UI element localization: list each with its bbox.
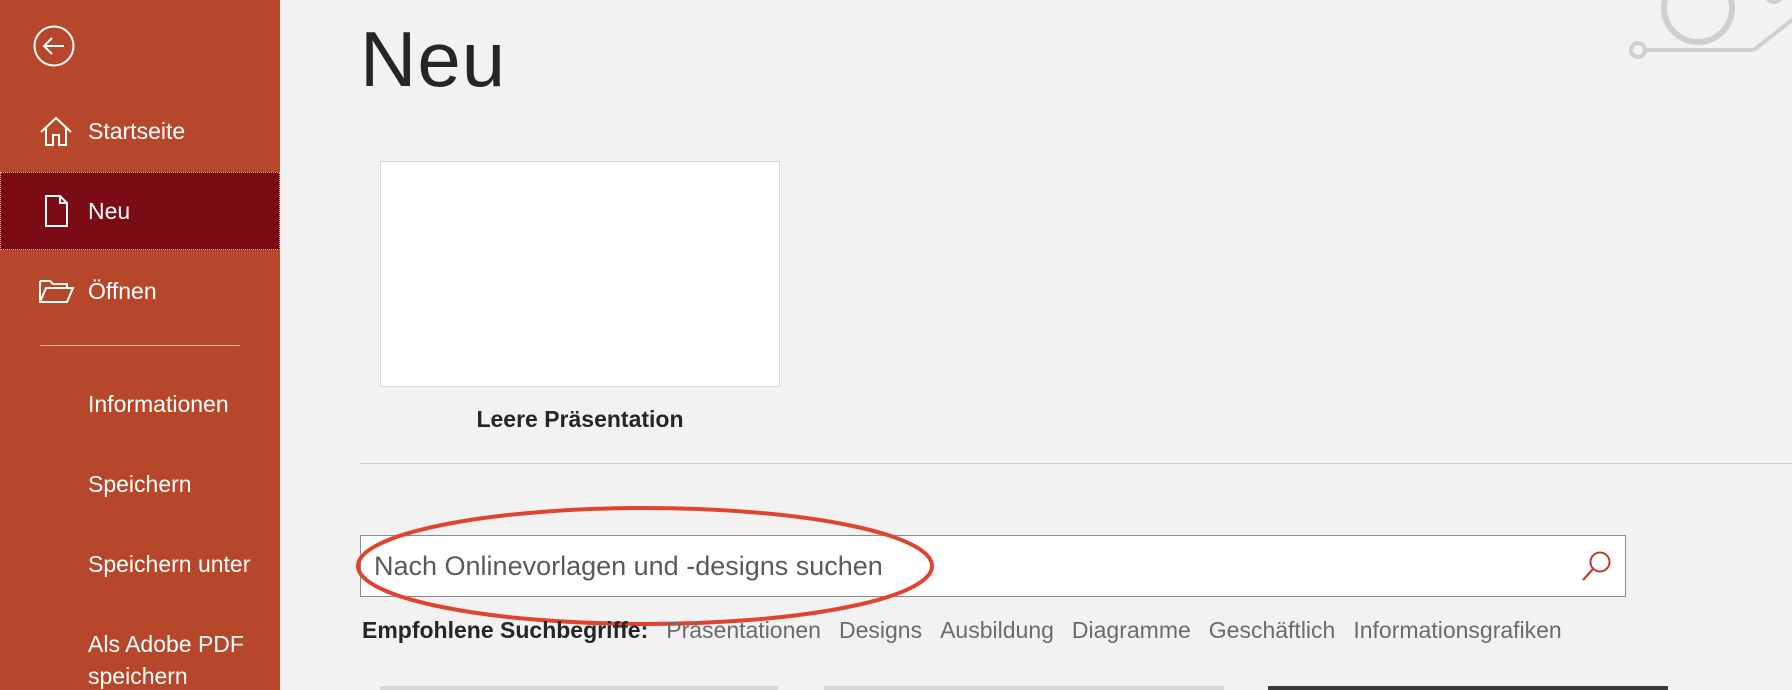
back-arrow-circle-icon (33, 25, 75, 67)
main-content: Neu Leere Präsentation Empfohlene Suchbe… (280, 0, 1792, 690)
sidebar-item-informationen[interactable]: Informationen (88, 388, 229, 420)
sidebar-item-neu[interactable]: Neu (0, 172, 280, 250)
suggested-search-link[interactable]: Informationsgrafiken (1353, 617, 1561, 644)
suggested-search-link[interactable]: Ausbildung (940, 617, 1054, 644)
sidebar-item-speichern[interactable]: Speichern (88, 468, 192, 500)
online-template-search (360, 535, 1626, 597)
template-caption: Leere Präsentation (476, 406, 684, 432)
sidebar-item-label: Neu (88, 197, 131, 224)
sidebar-item-speichern-unter[interactable]: Speichern unter (88, 548, 250, 580)
template-thumb-partial[interactable] (380, 686, 778, 690)
backstage-sidebar: Startseite Neu Öffnen Informationen Spei… (0, 0, 280, 690)
sidebar-item-label: Öffnen (88, 277, 157, 304)
blank-presentation-template[interactable] (380, 161, 780, 387)
search-input[interactable] (361, 536, 1566, 597)
sidebar-item-label: Informationen (88, 391, 229, 417)
template-thumb-partial[interactable] (824, 686, 1224, 690)
sidebar-item-label: Speichern (88, 471, 192, 497)
sidebar-item-label-line1: Als Adobe PDF (88, 631, 244, 657)
sidebar-item-label: Startseite (88, 117, 186, 144)
suggested-search-link[interactable]: Geschäftlich (1209, 617, 1336, 644)
sidebar-item-oeffnen[interactable]: Öffnen (0, 252, 280, 330)
home-icon (40, 116, 72, 146)
open-folder-icon (39, 280, 75, 303)
suggested-search-link[interactable]: Präsentationen (666, 617, 821, 644)
sidebar-item-startseite[interactable]: Startseite (0, 92, 280, 170)
template-thumb-partial[interactable] (1268, 686, 1668, 690)
search-icon[interactable] (1579, 548, 1615, 584)
section-divider (360, 463, 1792, 464)
circuit-decoration-icon (1629, 0, 1792, 59)
suggested-search-link[interactable]: Diagramme (1072, 617, 1191, 644)
app-window: Startseite Neu Öffnen Informationen Spei… (0, 0, 1792, 690)
sidebar-item-adobe-pdf[interactable]: Als Adobe PDF speichern (88, 628, 244, 690)
back-button[interactable] (32, 24, 76, 68)
sidebar-divider (40, 345, 240, 346)
sidebar-item-label-line2: speichern (88, 663, 188, 689)
suggested-searches: Empfohlene Suchbegriffe: Präsentationen … (362, 614, 1580, 646)
page-title: Neu (360, 15, 507, 103)
new-document-icon (45, 195, 68, 227)
sidebar-item-label: Speichern unter (88, 551, 251, 577)
suggested-search-link[interactable]: Designs (839, 617, 922, 644)
suggested-searches-label: Empfohlene Suchbegriffe: (362, 616, 649, 643)
